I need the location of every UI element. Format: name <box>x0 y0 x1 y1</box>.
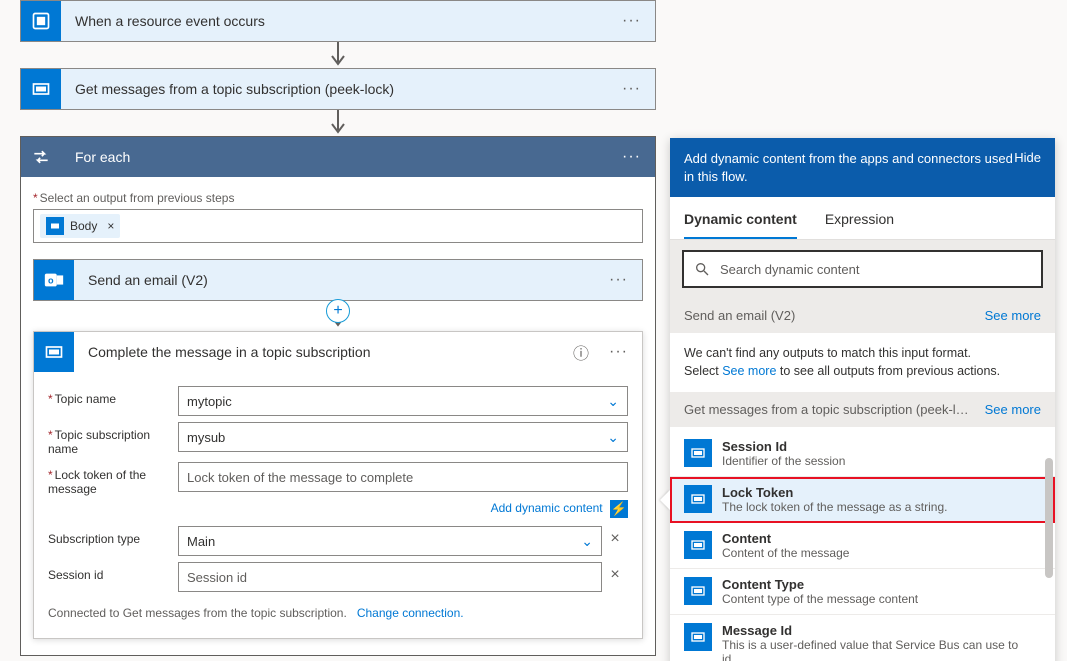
dc-item-lock-token[interactable]: Lock TokenThe lock token of the message … <box>670 477 1055 523</box>
step-menu[interactable]: ··· <box>595 343 642 361</box>
search-icon <box>694 261 710 277</box>
step-foreach[interactable]: For each ··· *Select an output from prev… <box>20 136 656 656</box>
no-outputs-message: We can't find any outputs to match this … <box>670 333 1055 392</box>
dc-item-desc: This is a user-defined value that Servic… <box>722 638 1041 661</box>
tab-expression[interactable]: Expression <box>825 197 894 239</box>
step-menu[interactable]: ··· <box>608 148 655 166</box>
step-title: Send an email (V2) <box>74 272 595 288</box>
see-more-inline-link[interactable]: See more <box>722 364 776 378</box>
clear-session-id[interactable]: × <box>602 562 628 584</box>
dc-item-desc: Identifier of the session <box>722 454 845 468</box>
dc-item-title: Lock Token <box>722 485 947 500</box>
servicebus-icon <box>21 69 61 109</box>
lock-token-label: *Lock token of the message <box>48 462 178 496</box>
scrollbar-thumb[interactable] <box>1045 458 1053 578</box>
step-complete-message[interactable]: Complete the message in a topic subscrip… <box>33 331 643 639</box>
step-menu[interactable]: ··· <box>608 80 655 98</box>
svg-text:o: o <box>48 276 54 286</box>
select-output-label: *Select an output from previous steps <box>33 187 643 209</box>
connection-info: Connected to Get messages from the topic… <box>48 606 628 620</box>
outlook-icon: o <box>34 260 74 300</box>
eventgrid-icon <box>21 1 61 41</box>
group-send-email: Send an email (V2) See more <box>670 298 1055 333</box>
dc-item-message-id[interactable]: Message IdThis is a user-defined value t… <box>670 615 1055 661</box>
hide-panel-link[interactable]: Hide <box>1014 150 1041 165</box>
dc-item-title: Message Id <box>722 623 1041 638</box>
dc-item-desc: The lock token of the message as a strin… <box>722 500 947 514</box>
arrow-down-icon <box>328 110 348 136</box>
panel-header-text: Add dynamic content from the apps and co… <box>684 150 1014 185</box>
dc-item-desc: Content type of the message content <box>722 592 918 606</box>
step-title: When a resource event occurs <box>61 13 608 29</box>
topic-sub-name-select[interactable]: mysub ⌄ <box>178 422 628 452</box>
step-trigger[interactable]: When a resource event occurs ··· <box>20 0 656 42</box>
sub-type-select[interactable]: Main ⌄ <box>178 526 602 556</box>
panel-pointer <box>660 490 670 510</box>
step-get-messages[interactable]: Get messages from a topic subscription (… <box>20 68 656 110</box>
lock-token-input[interactable]: Lock token of the message to complete <box>178 462 628 492</box>
session-id-label: Session id <box>48 562 178 582</box>
dynamic-content-badge-icon[interactable]: ⚡ <box>610 500 628 518</box>
add-dynamic-content-link[interactable]: Add dynamic content <box>491 501 603 515</box>
foreach-icon <box>21 137 61 177</box>
session-id-input[interactable]: Session id <box>178 562 602 592</box>
servicebus-icon <box>684 531 712 559</box>
chevron-down-icon: ⌄ <box>581 533 593 550</box>
tab-dynamic-content[interactable]: Dynamic content <box>684 197 797 239</box>
dc-item-content[interactable]: ContentContent of the message <box>670 523 1055 569</box>
dc-item-content-type[interactable]: Content TypeContent type of the message … <box>670 569 1055 615</box>
step-title: Get messages from a topic subscription (… <box>61 81 608 97</box>
servicebus-icon <box>684 485 712 513</box>
info-icon[interactable]: ⓘ <box>573 340 589 364</box>
servicebus-icon <box>684 577 712 605</box>
topic-sub-name-label: *Topic subscription name <box>48 422 178 456</box>
change-connection-link[interactable]: Change connection. <box>357 606 464 620</box>
topic-name-label: *Topic name <box>48 386 178 406</box>
add-step-button[interactable]: + <box>326 299 350 323</box>
dynamic-content-panel: Add dynamic content from the apps and co… <box>670 138 1055 661</box>
servicebus-icon <box>34 332 74 372</box>
arrow-down-icon <box>328 42 348 68</box>
see-more-link[interactable]: See more <box>985 308 1041 323</box>
step-title: Complete the message in a topic subscrip… <box>74 344 573 360</box>
servicebus-icon <box>684 439 712 467</box>
topic-name-select[interactable]: mytopic ⌄ <box>178 386 628 416</box>
step-title: For each <box>61 149 608 165</box>
dc-item-title: Content Type <box>722 577 918 592</box>
dc-item-title: Content <box>722 531 849 546</box>
clear-sub-type[interactable]: × <box>602 526 628 548</box>
remove-token-icon[interactable]: × <box>107 219 114 233</box>
dc-item-desc: Content of the message <box>722 546 849 560</box>
group-get-messages: Get messages from a topic subscription (… <box>670 392 1055 427</box>
see-more-link[interactable]: See more <box>985 402 1041 417</box>
step-menu[interactable]: ··· <box>608 12 655 30</box>
chevron-down-icon: ⌄ <box>607 429 619 446</box>
search-input[interactable]: Search dynamic content <box>682 250 1043 288</box>
step-send-email[interactable]: o Send an email (V2) ··· <box>33 259 643 301</box>
output-token-input[interactable]: Body × <box>33 209 643 243</box>
sub-type-label: Subscription type <box>48 526 178 546</box>
body-token[interactable]: Body × <box>40 214 120 238</box>
servicebus-icon <box>46 217 64 235</box>
chevron-down-icon: ⌄ <box>607 393 619 410</box>
servicebus-icon <box>684 623 712 651</box>
dc-item-title: Session Id <box>722 439 845 454</box>
step-menu[interactable]: ··· <box>595 271 642 289</box>
dc-item-session-id[interactable]: Session IdIdentifier of the session <box>670 431 1055 477</box>
